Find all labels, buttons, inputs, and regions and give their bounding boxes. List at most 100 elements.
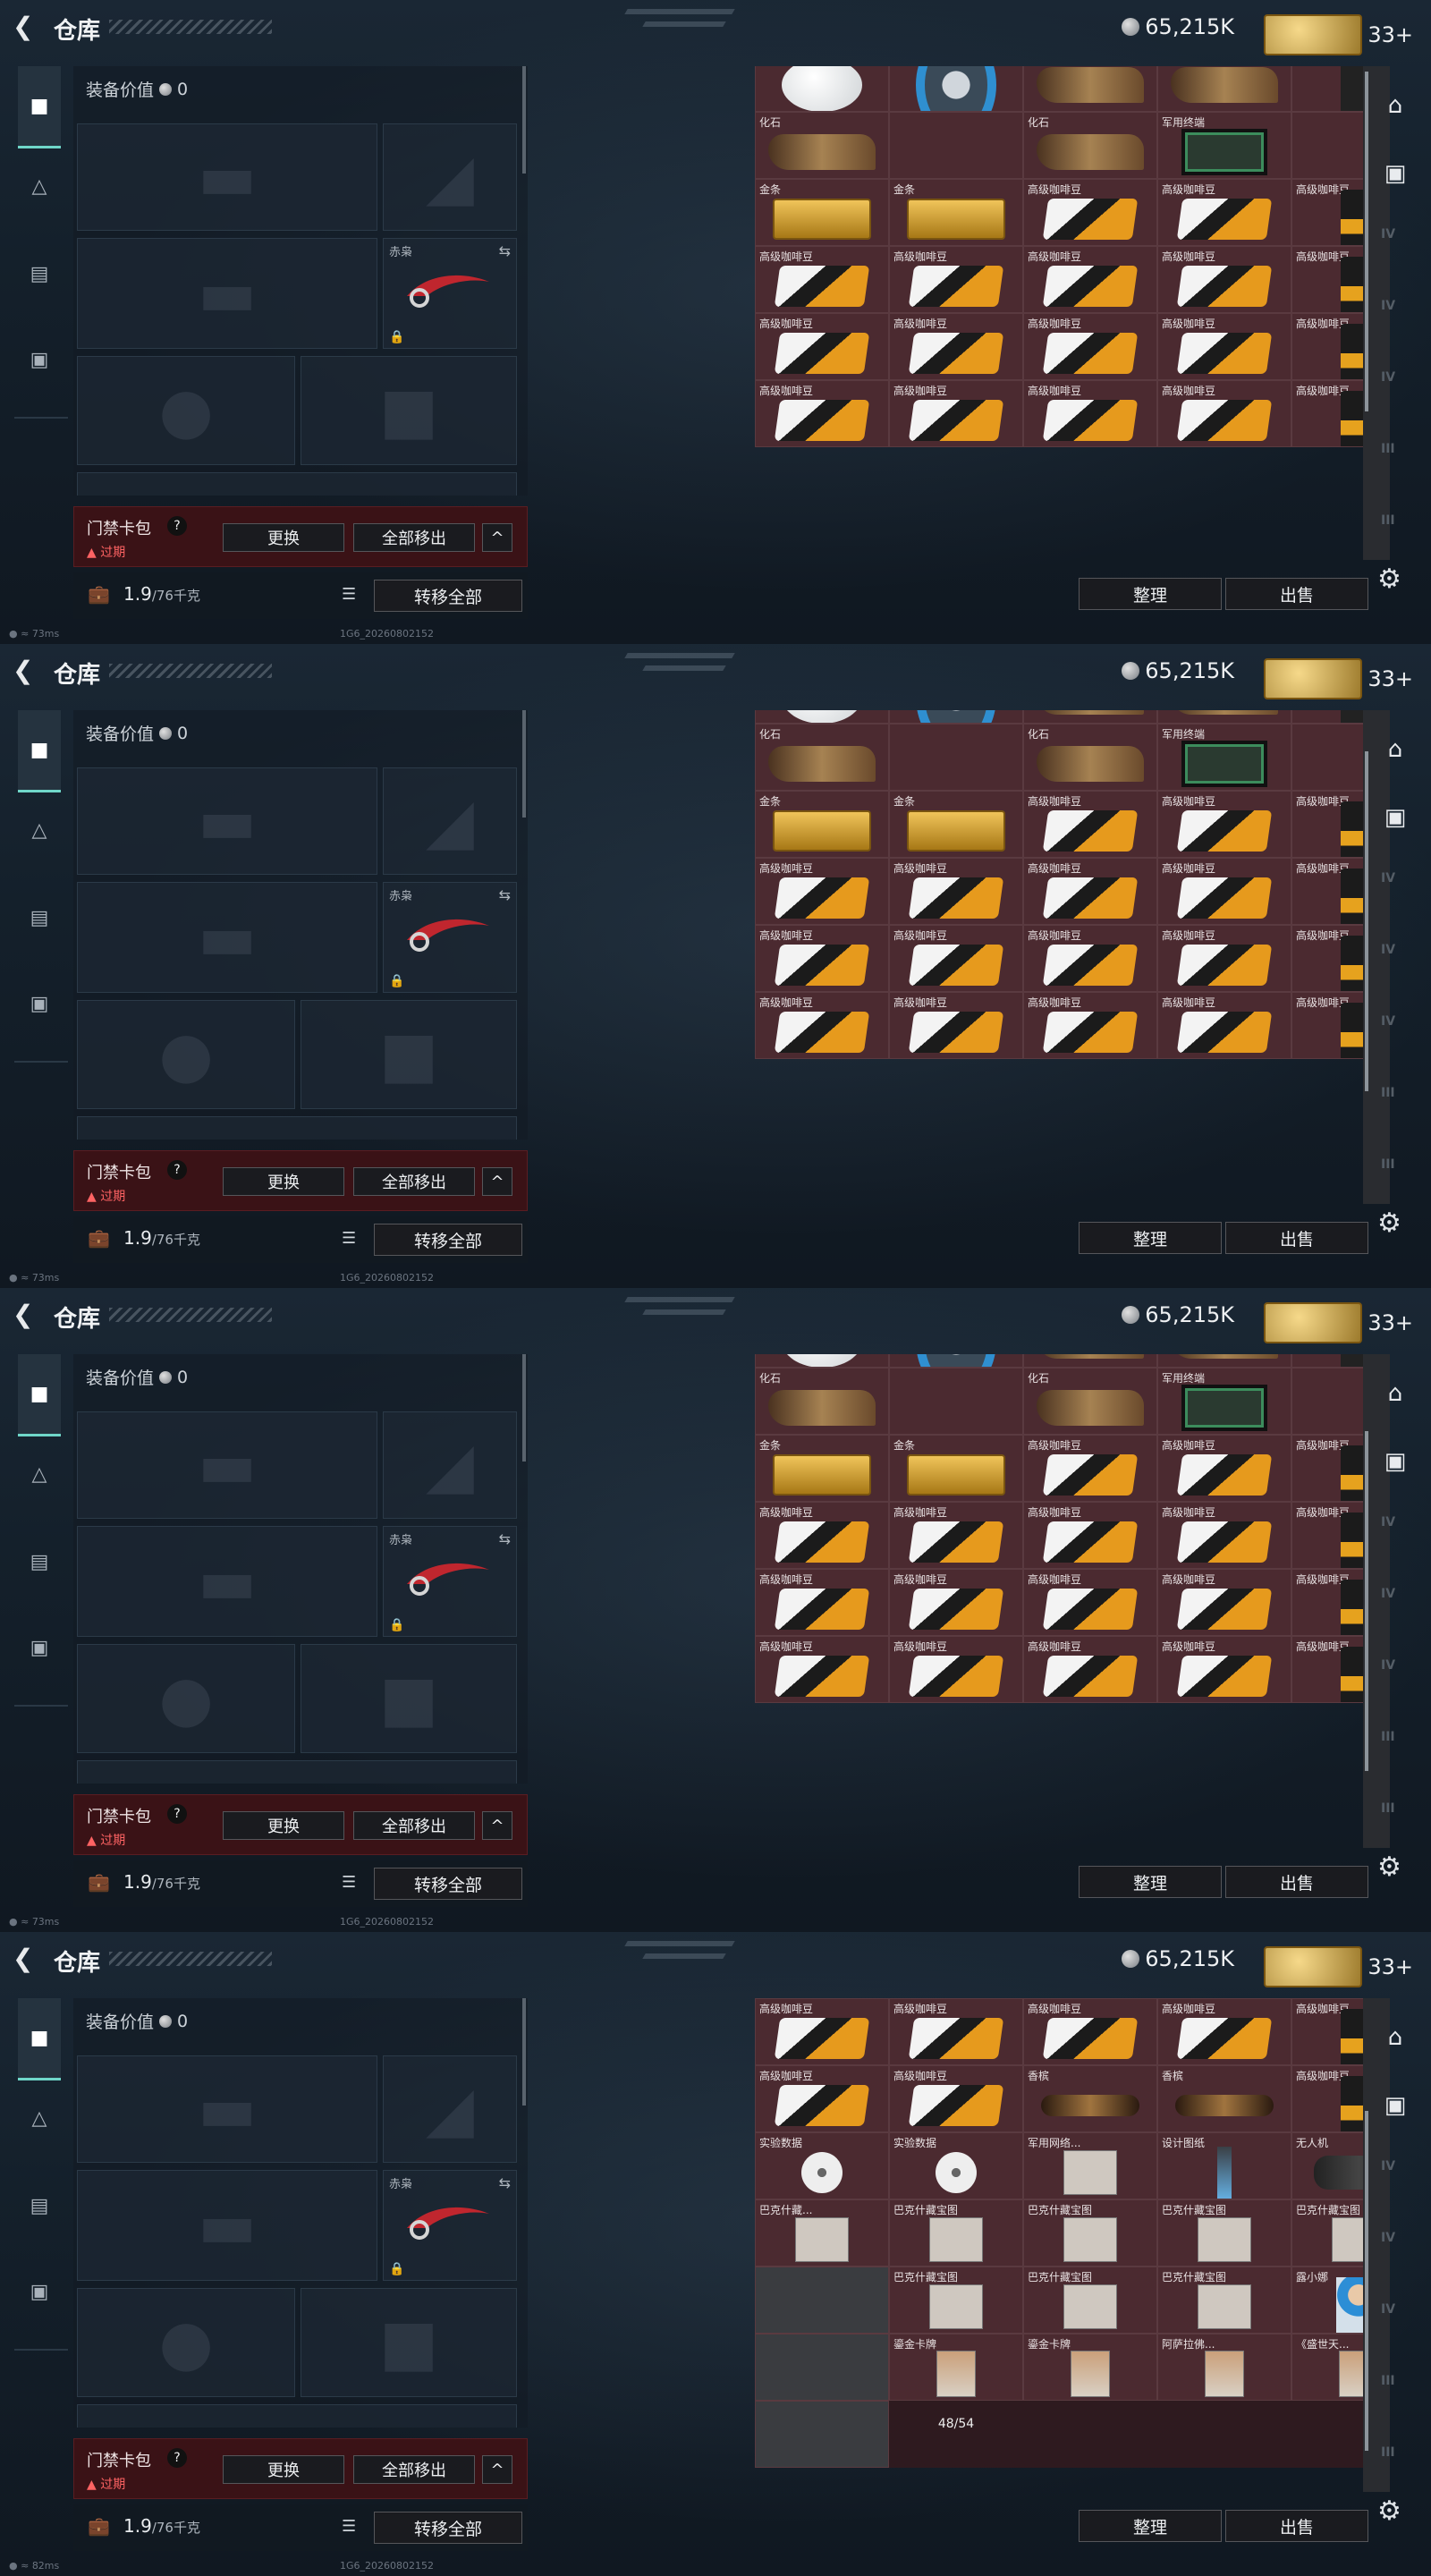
stash-item[interactable]: 香槟 — [1157, 2065, 1291, 2132]
stash-item[interactable]: 金条 — [755, 791, 889, 858]
stash-item[interactable]: 高级咖啡豆 — [1023, 1569, 1157, 1636]
chest-rig-slot[interactable] — [77, 472, 517, 496]
stash-item[interactable]: 化石 — [755, 1368, 889, 1435]
stash-page-3-tab[interactable]: III — [1381, 1157, 1411, 1177]
stash-item[interactable]: 高级咖啡豆 — [1157, 179, 1291, 246]
armor-slot[interactable]: ■ — [301, 356, 517, 465]
stash-item[interactable]: 高级咖啡豆 — [1157, 1502, 1291, 1569]
stash-item[interactable]: 高级咖啡豆 — [1023, 1502, 1157, 1569]
stash-item[interactable]: 化石 — [1157, 66, 1291, 112]
transfer-all-button[interactable]: 转移全部 — [374, 2512, 522, 2544]
stash-scrollbar[interactable] — [1365, 2111, 1368, 2451]
stash-item[interactable]: 高级咖啡豆 — [1291, 1636, 1363, 1703]
stash-page-3-tab[interactable]: III — [1381, 442, 1411, 462]
stash-item[interactable]: 高级咖啡豆 — [889, 313, 1023, 380]
stash-item[interactable]: 高级咖啡豆 — [1023, 992, 1157, 1059]
sell-button[interactable]: 出售 — [1225, 578, 1368, 610]
equipment-scrollbar[interactable] — [522, 66, 526, 174]
stash-page-4-tab[interactable]: IV — [1381, 227, 1411, 247]
nav-backpack-tab[interactable]: ▤ — [18, 896, 61, 939]
stash-cell-empty[interactable] — [1291, 112, 1363, 179]
stash-page-4-tab[interactable]: IV — [1381, 1014, 1411, 1034]
stash-item[interactable]: 高级咖啡豆 — [1157, 992, 1291, 1059]
stash-item[interactable]: 高级咖啡豆 — [1291, 791, 1363, 858]
stash-cell-empty[interactable] — [1291, 1368, 1363, 1435]
nav-case-tab[interactable]: ▣ — [18, 2270, 61, 2313]
nav-armor-tab[interactable]: △ — [18, 1453, 61, 1496]
stash-item[interactable]: 高级咖啡豆 — [1291, 179, 1363, 246]
collapse-button[interactable]: ^ — [482, 1167, 512, 1196]
stash-page-4-tab[interactable]: IV — [1381, 2302, 1411, 2322]
armor-slot[interactable]: ■ — [301, 1000, 517, 1109]
stash-item[interactable]: 高级咖啡豆 — [1023, 313, 1157, 380]
sell-button[interactable]: 出售 — [1225, 1222, 1368, 1254]
stash-item[interactable]: 金条 — [889, 1435, 1023, 1502]
stash-page-icon[interactable]: ⌂ — [1377, 2020, 1413, 2055]
stash-item[interactable]: 高级咖啡豆 — [1023, 791, 1157, 858]
stash-item[interactable]: 化石 — [1023, 1368, 1157, 1435]
sell-button[interactable]: 出售 — [1225, 2510, 1368, 2542]
stash-item[interactable]: 高级咖啡豆 — [755, 313, 889, 380]
stash-item[interactable]: 巴克什藏宝图 — [1291, 2199, 1363, 2267]
stash-page-4-tab[interactable]: IV — [1381, 871, 1411, 891]
stash-item[interactable]: 高级咖啡豆 — [1291, 1569, 1363, 1636]
stash-item[interactable]: 显卡 — [1291, 66, 1363, 112]
help-icon[interactable]: ? — [167, 516, 187, 536]
replace-button[interactable]: 更换 — [223, 2455, 344, 2484]
stash-item[interactable]: 巴克什藏... — [755, 2199, 889, 2267]
stash-item[interactable]: 高级咖啡豆 — [889, 1502, 1023, 1569]
stash-page-icon[interactable]: ⌂ — [1377, 732, 1413, 767]
nav-weapons-tab[interactable]: ■ — [18, 1998, 61, 2080]
stash-item[interactable]: 无人机 — [1291, 2132, 1363, 2199]
stash-item[interactable]: 巴克什藏宝图 — [889, 2199, 1023, 2267]
stash-cell-empty[interactable] — [1291, 724, 1363, 791]
stash-item[interactable]: 高级咖啡豆 — [1023, 1998, 1157, 2065]
stash-item[interactable]: 卫星通信 — [755, 1354, 889, 1368]
helmet-slot[interactable]: ● — [77, 1000, 295, 1109]
swap-icon[interactable]: ⇆ — [499, 886, 511, 903]
collapse-button[interactable]: ^ — [482, 1811, 512, 1840]
primary-weapon-slot[interactable]: ▬ — [77, 1411, 377, 1519]
stash-item[interactable]: 高级咖啡豆 — [1157, 925, 1291, 992]
secondary-weapon-slot[interactable]: ▬ — [77, 882, 377, 993]
stash-item[interactable]: 高级咖啡豆 — [1291, 925, 1363, 992]
nav-backpack-tab[interactable]: ▤ — [18, 2184, 61, 2227]
stash-page-3-tab[interactable]: III — [1381, 1801, 1411, 1821]
stash-page-3-tab[interactable]: III — [1381, 1086, 1411, 1106]
stash-item[interactable]: 高级咖啡豆 — [755, 1998, 889, 2065]
stash-item[interactable]: 高级咖啡豆 — [1291, 858, 1363, 925]
sort-button[interactable]: 整理 — [1079, 2510, 1222, 2542]
stash-page-4-tab[interactable]: IV — [1381, 1515, 1411, 1535]
pistol-slot[interactable]: ◢ — [383, 123, 517, 231]
stash-item[interactable]: 高级咖啡豆 — [755, 992, 889, 1059]
remove-all-button[interactable]: 全部移出 — [353, 1167, 475, 1196]
stash-item[interactable]: 高级咖啡豆 — [1157, 1435, 1291, 1502]
chest-rig-slot[interactable] — [77, 2404, 517, 2428]
stash-item[interactable]: 高级咖啡豆 — [1291, 380, 1363, 447]
stash-item[interactable]: 高级咖啡豆 — [889, 992, 1023, 1059]
replace-button[interactable]: 更换 — [223, 1167, 344, 1196]
settings-gear-icon[interactable]: ⚙ — [1377, 1852, 1401, 1883]
equipment-scrollbar[interactable] — [522, 710, 526, 818]
stash-item[interactable]: 高级咖啡豆 — [889, 925, 1023, 992]
stash-item[interactable]: 高级咖啡豆 — [1023, 858, 1157, 925]
equipment-scrollbar[interactable] — [522, 1354, 526, 1462]
stash-page-4-tab[interactable]: IV — [1381, 2231, 1411, 2250]
stash-item[interactable]: 化石 — [755, 112, 889, 179]
nav-backpack-tab[interactable]: ▤ — [18, 1540, 61, 1583]
stash-item[interactable]: 移动电缆 — [889, 1354, 1023, 1368]
stash-item[interactable]: 金条 — [755, 179, 889, 246]
remove-all-button[interactable]: 全部移出 — [353, 2455, 475, 2484]
helmet-slot[interactable]: ● — [77, 356, 295, 465]
stash-item[interactable]: 鎏金卡牌 — [889, 2334, 1023, 2401]
back-arrow-icon[interactable]: ❮ — [13, 1946, 38, 1971]
secondary-weapon-slot[interactable]: ▬ — [77, 238, 377, 349]
stash-item[interactable]: 军用终端 — [1157, 724, 1291, 791]
primary-weapon-slot[interactable]: ▬ — [77, 2055, 377, 2163]
stash-page-3-tab[interactable]: III — [1381, 2374, 1411, 2394]
back-arrow-icon[interactable]: ❮ — [13, 1302, 38, 1327]
stash-cell-empty[interactable] — [889, 724, 1023, 791]
transfer-all-button[interactable]: 转移全部 — [374, 1868, 522, 1900]
stash-item[interactable]: 化石 — [1157, 1354, 1291, 1368]
nav-weapons-tab[interactable]: ■ — [18, 710, 61, 792]
